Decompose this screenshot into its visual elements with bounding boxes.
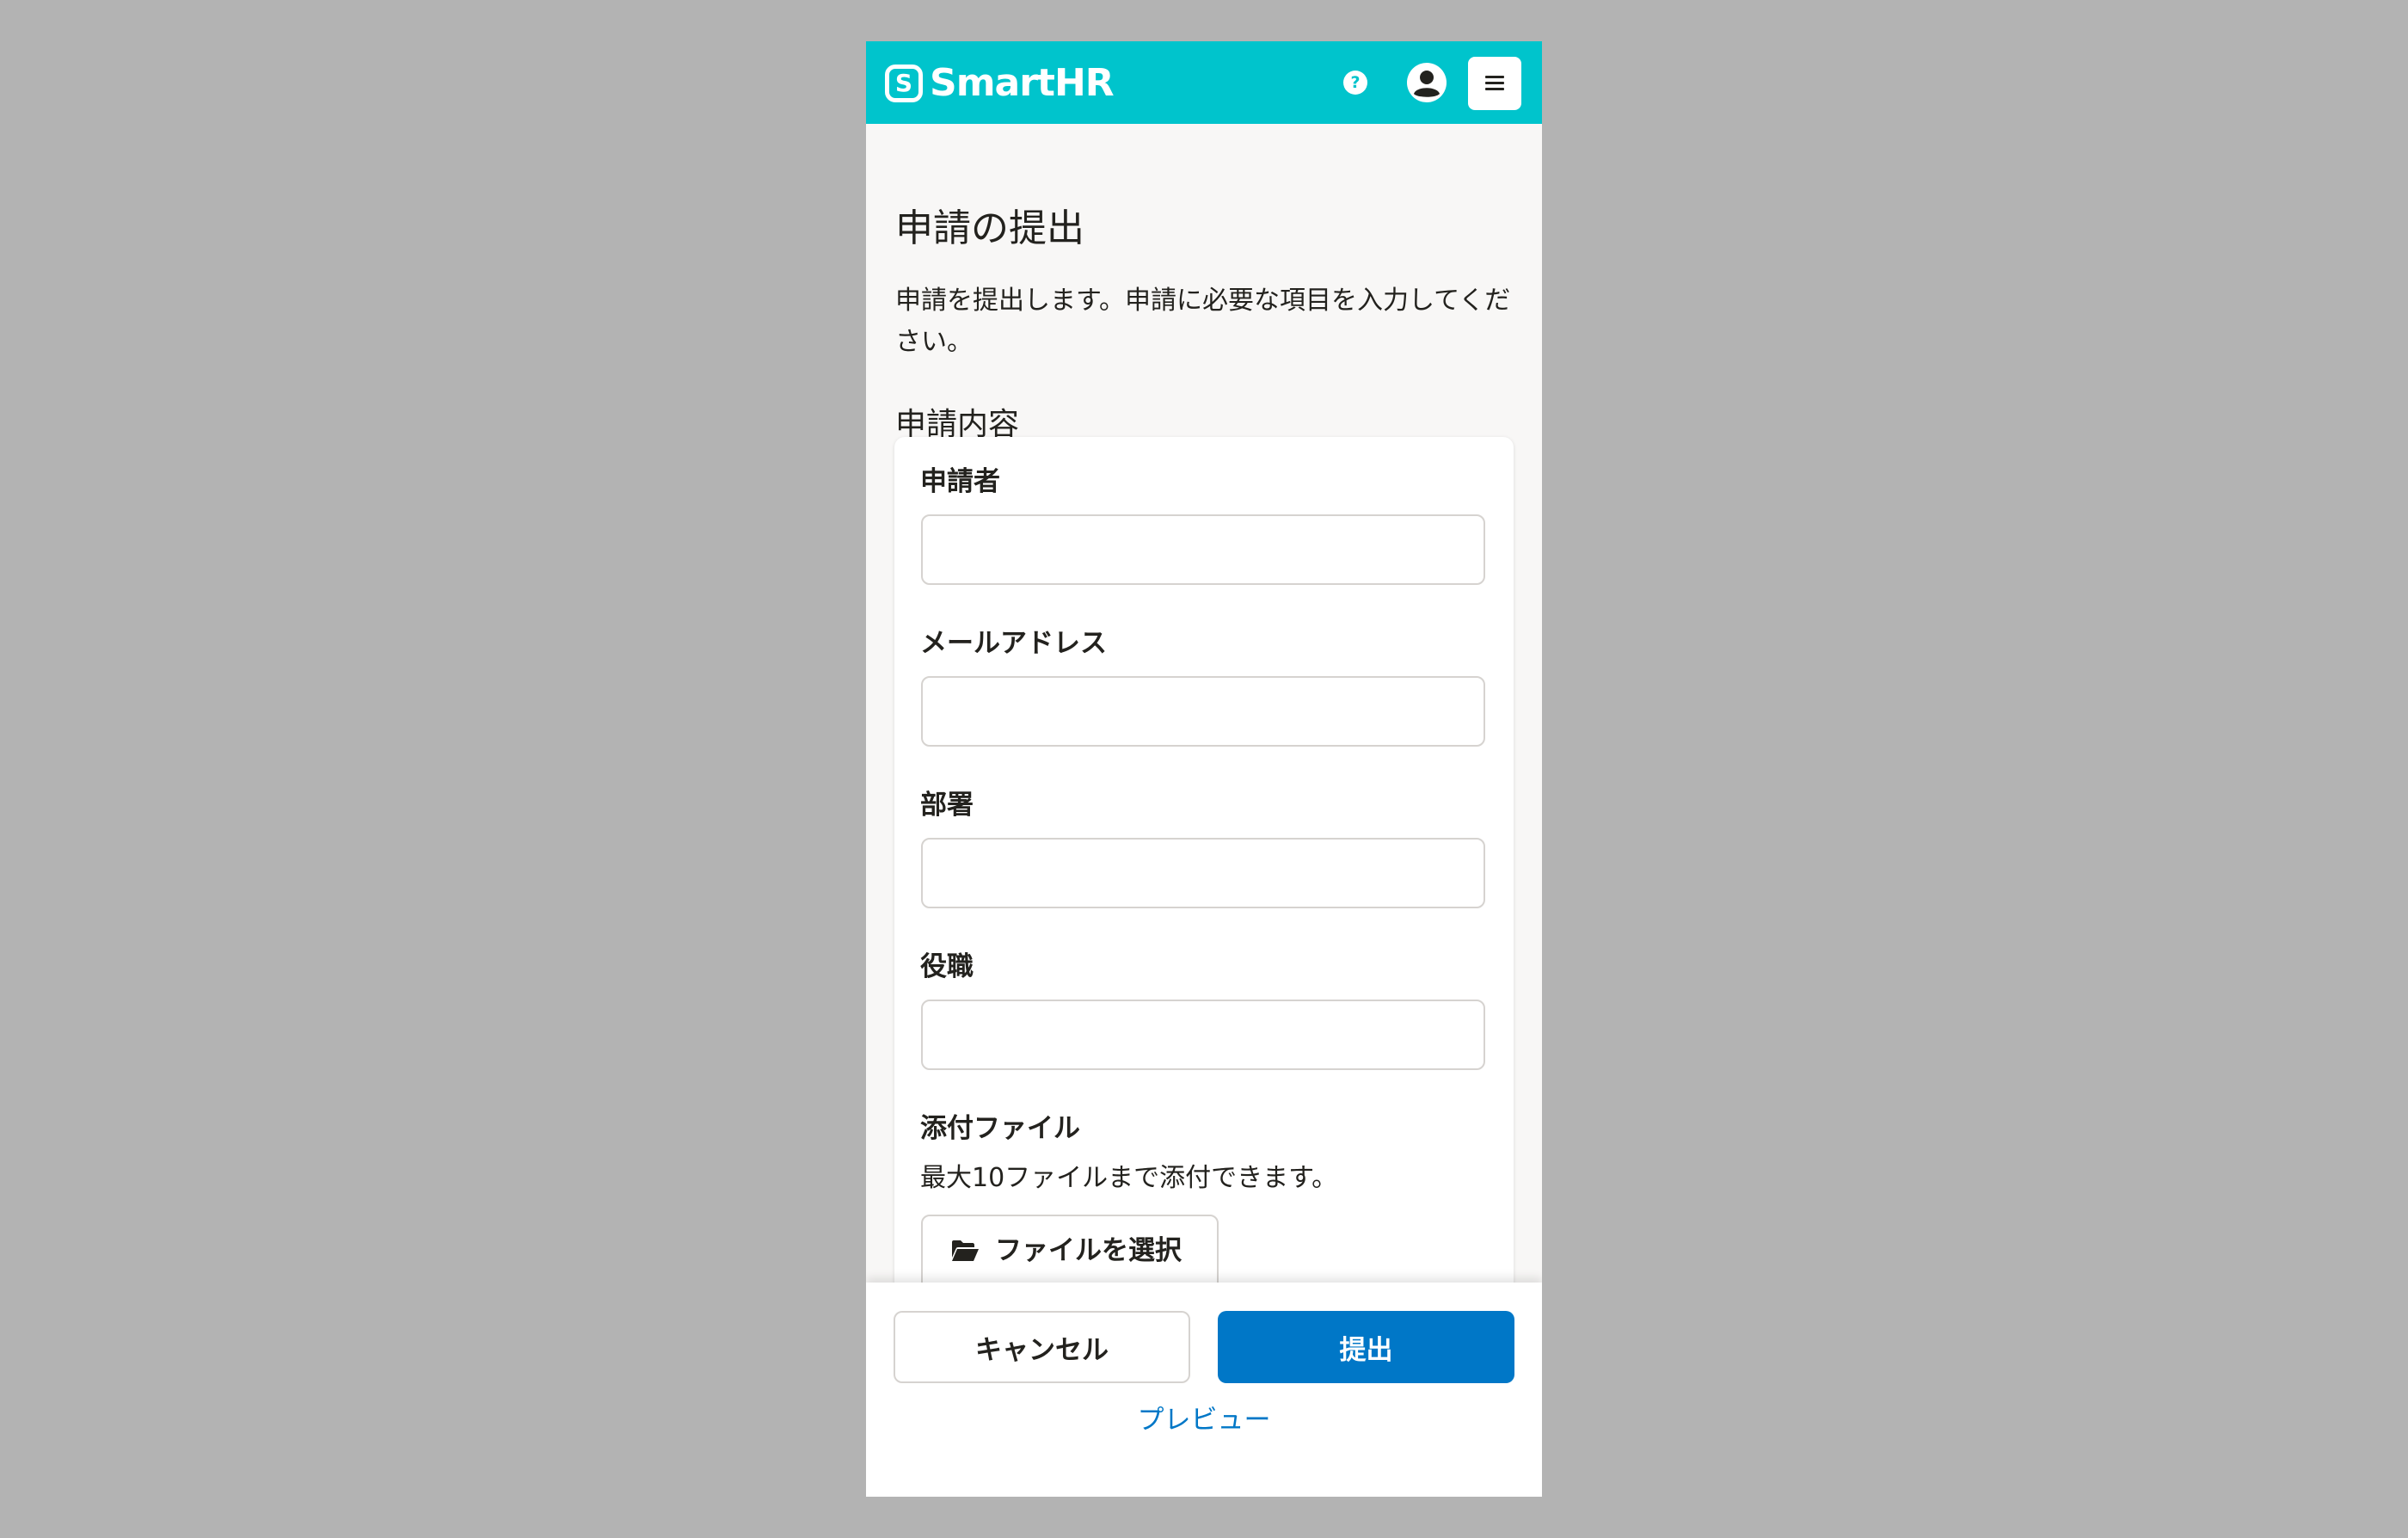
- account-icon[interactable]: [1406, 62, 1447, 103]
- submit-button[interactable]: 提出: [1218, 1311, 1514, 1383]
- folder-open-icon: [952, 1240, 979, 1261]
- mobile-viewport: S SmartHR ? 申請の提出 申請を提出します。申請に必要な項目を入力して…: [866, 41, 1542, 1497]
- position-input[interactable]: [921, 1000, 1485, 1070]
- bottom-action-bar: キャンセル 提出 プレビュー: [866, 1283, 1542, 1497]
- attachment-label: 添付ファイル: [920, 1113, 1080, 1144]
- help-icon[interactable]: ?: [1343, 71, 1367, 95]
- email-input[interactable]: [921, 676, 1485, 747]
- help-icon-glyph: ?: [1350, 72, 1361, 92]
- preview-link-text[interactable]: プレビュー: [1138, 1405, 1271, 1436]
- attachment-help-text: 最大10ファイルまで添付できます。: [920, 1163, 1338, 1193]
- logo-mark-letter: S: [894, 69, 913, 97]
- smarthr-logo[interactable]: S SmartHR: [885, 61, 1115, 105]
- cancel-button[interactable]: キャンセル: [894, 1311, 1190, 1383]
- select-file-label: ファイルを選択: [995, 1235, 1182, 1266]
- page-title: 申請の提出: [895, 206, 1084, 250]
- department-label: 部署: [920, 790, 974, 821]
- applicant-input[interactable]: [921, 514, 1485, 585]
- department-input[interactable]: [921, 838, 1485, 908]
- logo-mark-icon: S: [885, 65, 923, 102]
- applicant-label: 申請者: [920, 466, 1000, 497]
- preview-link: プレビュー: [866, 1403, 1542, 1437]
- app-header: S SmartHR ?: [866, 41, 1542, 124]
- menu-button[interactable]: [1468, 57, 1521, 110]
- position-label: 役職: [920, 951, 974, 982]
- hamburger-menu-icon: [1485, 76, 1504, 91]
- email-label: メールアドレス: [920, 628, 1107, 659]
- page-description: 申請を提出します。申請に必要な項目を入力してください。: [895, 286, 1511, 357]
- logo-text: SmartHR: [930, 61, 1115, 105]
